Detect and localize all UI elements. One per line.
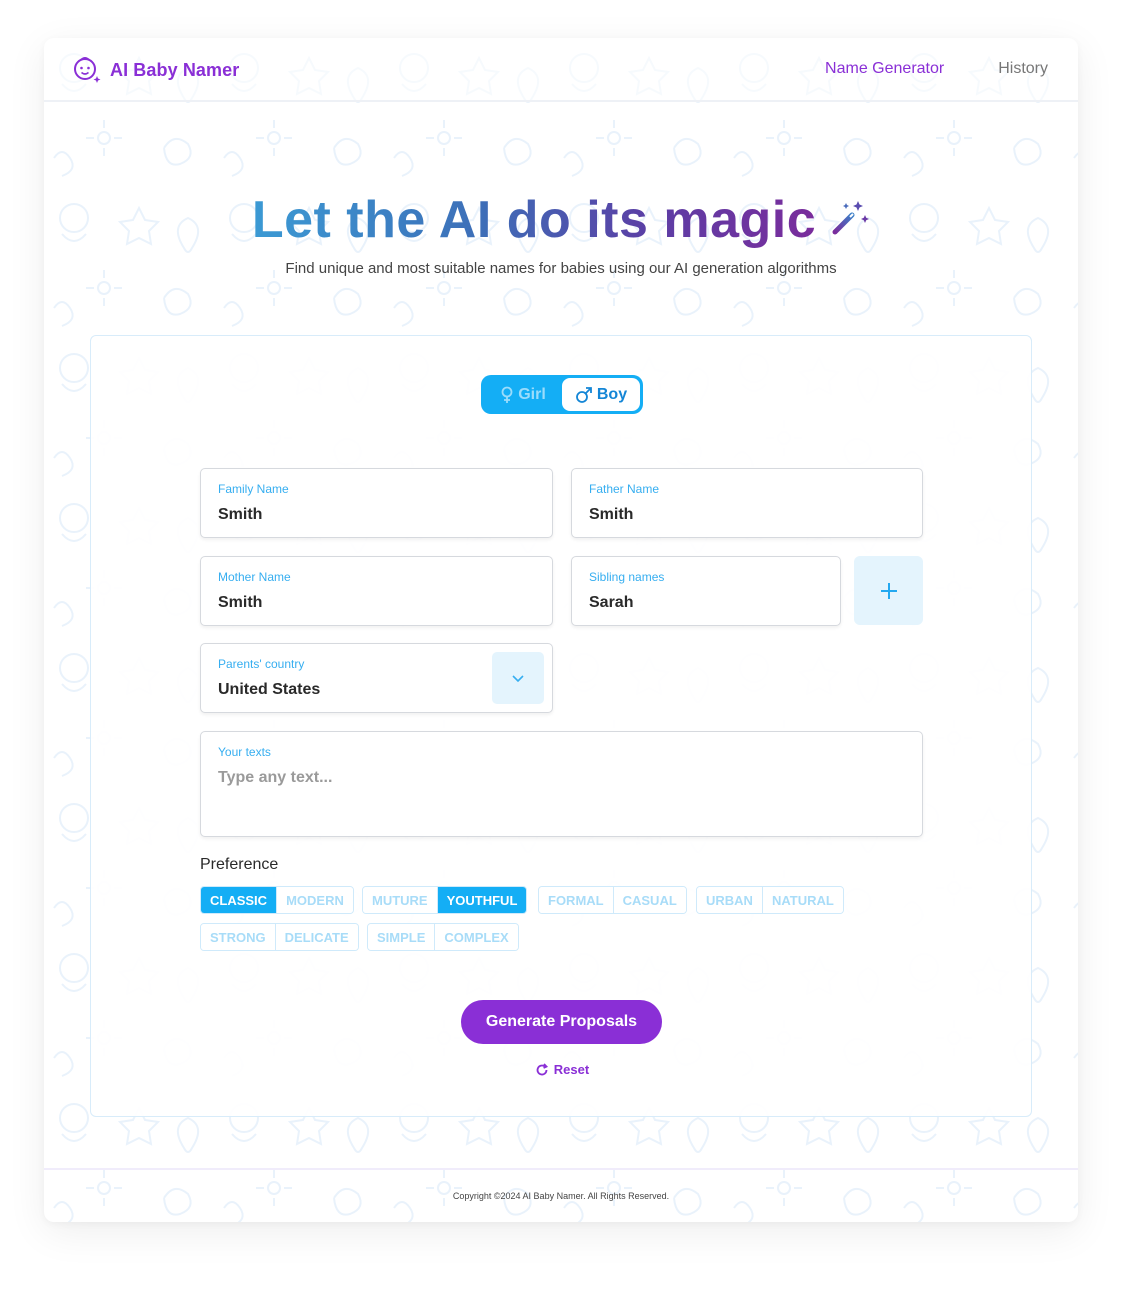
generate-proposals-button[interactable]: Generate Proposals — [461, 1000, 662, 1044]
pref-simple[interactable]: SIMPLE — [368, 924, 435, 950]
pref-formal[interactable]: FORMAL — [539, 887, 613, 913]
pref-urban[interactable]: URBAN — [697, 887, 762, 913]
country-label: Parents' country — [218, 657, 305, 671]
baby-face-icon — [74, 57, 101, 83]
copyright-text: Copyright ©2024 AI Baby Namer. All Right… — [452, 1191, 670, 1201]
pref-modern[interactable]: MODERN — [276, 887, 353, 913]
your-texts-textarea[interactable]: Your texts Type any text... — [200, 731, 923, 837]
country-select[interactable]: Parents' country United States — [200, 643, 553, 713]
preference-group-formal-casual: FORMAL CASUAL — [538, 886, 687, 914]
app-name: AI Baby Namer — [110, 59, 240, 80]
reset-label: Reset — [553, 1062, 590, 1077]
magic-wand-icon — [832, 201, 870, 235]
pref-complex[interactable]: COMPLEX — [434, 924, 518, 950]
female-symbol-icon — [501, 386, 513, 403]
plus-icon — [880, 582, 897, 599]
gender-toggle: Girl Boy — [481, 375, 643, 414]
app-window: AI Baby Namer Name Generator History Let… — [44, 38, 1078, 1222]
reset-button[interactable]: Reset — [91, 1062, 1033, 1077]
sibling-names-field[interactable]: Sibling names Sarah — [571, 556, 841, 626]
father-name-value: Smith — [589, 506, 634, 523]
preference-label: Preference — [200, 856, 279, 873]
sibling-names-value: Sarah — [589, 594, 634, 611]
mother-name-label: Mother Name — [218, 570, 291, 584]
generator-form-card: Girl Boy Family Name Smith Father Name S… — [90, 335, 1032, 1117]
preference-group-simple-complex: SIMPLE COMPLEX — [367, 923, 519, 951]
pref-delicate[interactable]: DELICATE — [274, 924, 358, 950]
page-footer: Copyright ©2024 AI Baby Namer. All Right… — [44, 1168, 1078, 1222]
nav-name-generator[interactable]: Name Generator — [825, 60, 944, 78]
main-nav: Name Generator History — [825, 60, 1048, 78]
preference-group-classic-modern: CLASSIC MODERN — [200, 886, 354, 914]
hero-heading: Let the AI do its magic — [44, 190, 1078, 250]
family-name-label: Family Name — [218, 482, 289, 496]
preference-group-muture-youthful: MUTURE YOUTHFUL — [362, 886, 528, 914]
pref-muture[interactable]: MUTURE — [363, 887, 437, 913]
pref-youthful[interactable]: YOUTHFUL — [436, 887, 527, 913]
app-logo[interactable]: AI Baby Namer — [72, 55, 239, 85]
your-texts-placeholder: Type any text... — [218, 769, 333, 786]
refresh-icon — [536, 1062, 548, 1075]
gender-boy-label: Boy — [596, 385, 628, 403]
nav-history[interactable]: History — [998, 60, 1048, 78]
pref-strong[interactable]: STRONG — [201, 924, 275, 950]
preference-group-urban-natural: URBAN NATURAL — [696, 886, 844, 914]
gender-girl-label: Girl — [518, 385, 546, 403]
chevron-down-icon — [512, 674, 524, 682]
pref-casual[interactable]: CASUAL — [612, 887, 686, 913]
hero-subtitle: Find unique and most suitable names for … — [285, 260, 837, 277]
country-value: United States — [218, 681, 321, 698]
add-sibling-button[interactable] — [854, 556, 923, 625]
mother-name-value: Smith — [218, 594, 263, 611]
father-name-field[interactable]: Father Name Smith — [571, 468, 923, 538]
father-name-label: Father Name — [589, 482, 660, 496]
male-symbol-icon — [575, 386, 592, 403]
country-dropdown-button[interactable] — [492, 652, 544, 704]
hero-title: Let the AI do its magic — [251, 191, 817, 249]
mother-name-field[interactable]: Mother Name Smith — [200, 556, 553, 626]
pref-classic[interactable]: CLASSIC — [201, 887, 277, 913]
gender-option-girl[interactable]: Girl — [484, 378, 562, 411]
sibling-names-label: Sibling names — [589, 570, 665, 584]
family-name-field[interactable]: Family Name Smith — [200, 468, 553, 538]
your-texts-label: Your texts — [218, 745, 271, 759]
gender-option-boy[interactable]: Boy — [562, 378, 640, 411]
pref-natural[interactable]: NATURAL — [761, 887, 843, 913]
top-navbar: AI Baby Namer Name Generator History — [44, 38, 1078, 102]
preference-group-strong-delicate: STRONG DELICATE — [200, 923, 359, 951]
family-name-value: Smith — [218, 506, 263, 523]
